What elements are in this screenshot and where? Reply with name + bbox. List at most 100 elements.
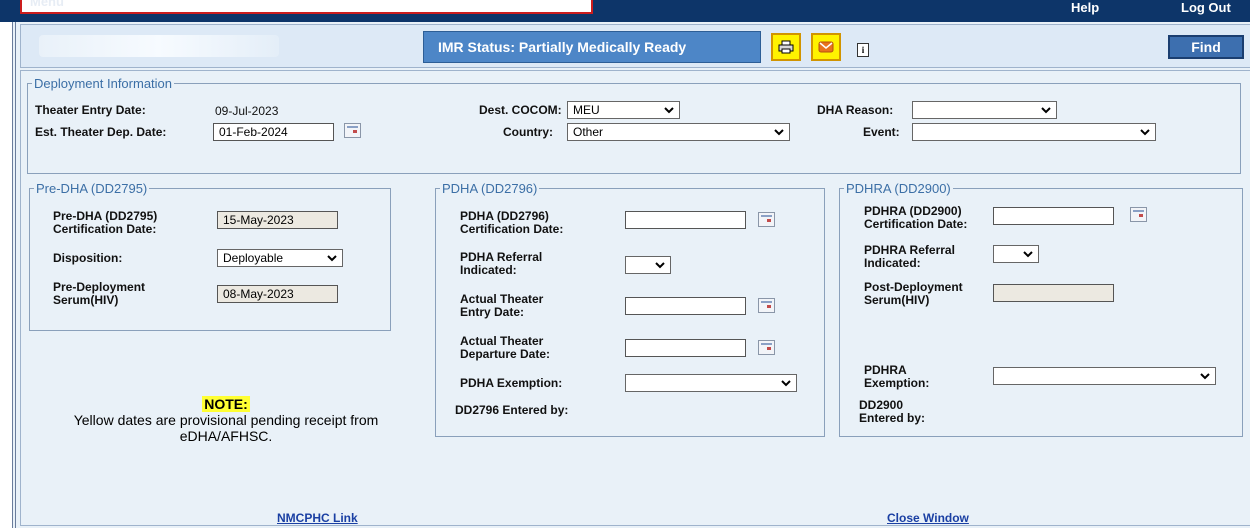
pre-dha-legend: Pre-DHA (DD2795) bbox=[36, 181, 148, 196]
chevron-down-icon bbox=[1041, 104, 1051, 118]
pdha-departure-label-line2: Departure Date: bbox=[460, 347, 551, 361]
event-label: Event: bbox=[863, 125, 900, 139]
dha-reason-label: DHA Reason: bbox=[817, 103, 894, 117]
chevron-down-icon bbox=[774, 126, 784, 140]
find-button[interactable]: Find bbox=[1168, 35, 1244, 59]
pdhra-exemption-label-line1: PDHRA bbox=[864, 363, 907, 377]
redacted-patient-name bbox=[39, 35, 279, 57]
est-dep-label: Est. Theater Dep. Date: bbox=[35, 125, 167, 139]
predha-cert-label-line1: Pre-DHA (DD2795) bbox=[53, 209, 158, 223]
pdhra-exemption-select[interactable] bbox=[993, 367, 1216, 385]
pdhra-cert-label-line1: PDHRA (DD2900) bbox=[864, 204, 962, 218]
help-link[interactable]: Help bbox=[1071, 0, 1099, 15]
chevron-down-icon bbox=[655, 259, 665, 273]
pdhra-exemption-label: PDHRA Exemption: bbox=[864, 364, 929, 390]
pdha-entry-label-line2: Entry Date: bbox=[460, 305, 525, 319]
chevron-down-icon bbox=[664, 104, 674, 118]
pdha-cert-date-input[interactable] bbox=[625, 211, 746, 229]
dd2900-entered-label-line2: Entered by: bbox=[859, 411, 926, 425]
cocom-value: MEU bbox=[573, 103, 600, 117]
pdhra-cert-label-line2: Certification Date: bbox=[864, 217, 968, 231]
pdhra-exemption-label-line2: Exemption: bbox=[864, 376, 930, 390]
dd2796-entered-label: DD2796 Entered by: bbox=[455, 403, 569, 417]
pdha-entry-label: Actual Theater Entry Date: bbox=[460, 293, 543, 319]
pdha-entry-date-input[interactable] bbox=[625, 297, 746, 315]
predha-cert-label-line2: Certification Date: bbox=[53, 222, 157, 236]
pdha-referral-label-line2: Indicated: bbox=[460, 263, 517, 277]
disposition-value: Deployable bbox=[223, 251, 284, 265]
chevron-down-icon bbox=[327, 252, 337, 266]
pdha-legend: PDHA (DD2796) bbox=[442, 181, 538, 196]
calendar-icon[interactable] bbox=[758, 212, 775, 227]
pre-serum-date-input[interactable]: 08-May-2023 bbox=[217, 285, 338, 303]
theater-entry-label: Theater Entry Date: bbox=[35, 103, 146, 117]
nmcphc-link[interactable]: NMCPHC Link bbox=[277, 511, 358, 525]
predha-cert-label: Pre-DHA (DD2795) Certification Date: bbox=[53, 210, 157, 236]
post-serum-label-line1: Post-Deployment bbox=[864, 280, 963, 294]
status-bar: IMR Status: Partially Medically Ready i … bbox=[20, 24, 1250, 68]
deployment-info-legend: Deployment Information bbox=[34, 76, 173, 91]
pdha-entry-label-line1: Actual Theater bbox=[460, 292, 544, 306]
pdha-departure-date-input[interactable] bbox=[625, 339, 746, 357]
note-title: NOTE: bbox=[202, 396, 250, 412]
event-select[interactable] bbox=[912, 123, 1156, 141]
disposition-label: Disposition: bbox=[53, 251, 123, 265]
pdha-referral-label: PDHA Referral Indicated: bbox=[460, 251, 542, 277]
chevron-down-icon bbox=[781, 377, 791, 391]
main-panel: Deployment Information Theater Entry Dat… bbox=[20, 70, 1250, 526]
pdha-departure-label-line1: Actual Theater bbox=[460, 334, 544, 348]
cocom-label: Dest. COCOM: bbox=[479, 103, 562, 117]
calendar-icon[interactable] bbox=[758, 298, 775, 313]
mail-icon bbox=[818, 41, 834, 53]
pdha-departure-label: Actual Theater Departure Date: bbox=[460, 335, 550, 361]
close-window-link[interactable]: Close Window bbox=[887, 511, 969, 525]
pdhra-referral-label-line2: Indicated: bbox=[864, 256, 921, 270]
pdha-cert-label: PDHA (DD2796) Certification Date: bbox=[460, 210, 563, 236]
calendar-icon[interactable] bbox=[344, 123, 361, 138]
note-line1: Yellow dates are provisional pending rec… bbox=[73, 412, 379, 428]
pdha-exemption-select[interactable] bbox=[625, 374, 797, 392]
menu-link[interactable]: Menu bbox=[30, 0, 64, 9]
menu-highlight-box bbox=[20, 0, 593, 14]
est-dep-date-input[interactable]: 01-Feb-2024 bbox=[213, 123, 334, 141]
country-select[interactable]: Other bbox=[567, 123, 790, 141]
pre-serum-label-line2: Serum(HIV) bbox=[53, 293, 119, 307]
chevron-down-icon bbox=[1023, 248, 1033, 262]
dd2900-entered-label: DD2900 Entered by: bbox=[859, 399, 925, 425]
print-button[interactable] bbox=[771, 33, 801, 61]
pre-serum-label-line1: Pre-Deployment bbox=[53, 280, 146, 294]
country-value: Other bbox=[573, 125, 604, 139]
pdha-cert-label-line2: Certification Date: bbox=[460, 222, 564, 236]
provisional-note: NOTE: Yellow dates are provisional pendi… bbox=[21, 396, 431, 444]
logout-link[interactable]: Log Out bbox=[1181, 0, 1231, 15]
imr-status-banner: IMR Status: Partially Medically Ready bbox=[423, 31, 761, 63]
post-serum-date-input[interactable] bbox=[993, 284, 1114, 302]
post-serum-label-line2: Serum(HIV) bbox=[864, 293, 930, 307]
cocom-select[interactable]: MEU bbox=[567, 101, 680, 119]
note-line2: eDHA/AFHSC. bbox=[179, 428, 273, 444]
post-serum-label: Post-Deployment Serum(HIV) bbox=[864, 281, 963, 307]
calendar-icon[interactable] bbox=[758, 340, 775, 355]
pdhra-cert-date-input[interactable] bbox=[993, 207, 1114, 225]
info-icon[interactable]: i bbox=[857, 43, 869, 57]
dd2900-entered-label-line1: DD2900 bbox=[859, 398, 904, 412]
content-frame: IMR Status: Partially Medically Ready i … bbox=[12, 22, 1250, 528]
disposition-select[interactable]: Deployable bbox=[217, 249, 343, 267]
print-icon bbox=[778, 40, 794, 54]
pdha-cert-label-line1: PDHA (DD2796) bbox=[460, 209, 549, 223]
pdhra-referral-select[interactable] bbox=[993, 245, 1039, 263]
top-nav-bar: Menu Help Log Out bbox=[0, 0, 1250, 22]
pdha-exemption-label: PDHA Exemption: bbox=[460, 376, 563, 390]
pre-serum-label: Pre-Deployment Serum(HIV) bbox=[53, 281, 145, 307]
predha-cert-date-input[interactable]: 15-May-2023 bbox=[217, 211, 338, 229]
pdha-referral-select[interactable] bbox=[625, 256, 671, 274]
pdhra-legend: PDHRA (DD2900) bbox=[846, 181, 951, 196]
email-button[interactable] bbox=[811, 33, 841, 61]
pdhra-referral-label-line1: PDHRA Referral bbox=[864, 243, 955, 257]
calendar-icon[interactable] bbox=[1130, 207, 1147, 222]
chevron-down-icon bbox=[1140, 126, 1150, 140]
dha-reason-select[interactable] bbox=[912, 101, 1057, 119]
pdhra-referral-label: PDHRA Referral Indicated: bbox=[864, 244, 955, 270]
chevron-down-icon bbox=[1200, 370, 1210, 384]
pdhra-cert-label: PDHRA (DD2900) Certification Date: bbox=[864, 205, 967, 231]
